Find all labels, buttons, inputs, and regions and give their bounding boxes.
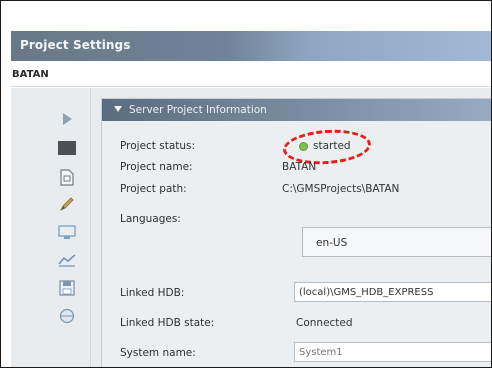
linked-hdb-field[interactable]: (local)\GMS_HDB_EXPRESS xyxy=(294,282,491,302)
window-title-bar: Project Settings xyxy=(11,31,491,61)
project-status-label: Project status: xyxy=(120,140,196,152)
screenshot-frame: Project Settings BATAN Server Project In… xyxy=(0,0,492,368)
linked-hdb-state-value: Connected xyxy=(296,317,353,329)
languages-list[interactable]: en-US xyxy=(302,227,491,257)
system-name-value: System1 xyxy=(299,347,343,358)
stop-icon[interactable] xyxy=(57,138,77,158)
project-name-label: BATAN xyxy=(12,69,49,80)
panel-title: Server Project Information xyxy=(129,104,267,116)
monitor-icon[interactable] xyxy=(57,222,77,242)
save-icon[interactable] xyxy=(57,278,77,298)
project-path-value: C:\GMSProjects\BATAN xyxy=(282,183,400,195)
project-name-label: Project name: xyxy=(120,161,193,173)
chart-icon[interactable] xyxy=(57,250,77,270)
play-icon[interactable] xyxy=(57,109,77,129)
collapse-triangle-icon[interactable] xyxy=(114,106,122,112)
pencil-icon[interactable] xyxy=(57,194,77,214)
document-icon[interactable] xyxy=(57,167,77,187)
project-path-label: Project path: xyxy=(120,183,187,195)
window-title: Project Settings xyxy=(20,38,131,52)
panel-header[interactable]: Server Project Information xyxy=(102,99,491,121)
linked-hdb-state-label: Linked HDB state: xyxy=(120,317,215,329)
project-name-value: BATAN xyxy=(282,161,317,173)
vertical-toolbar xyxy=(11,88,91,367)
system-name-label: System name: xyxy=(120,347,196,359)
globe-icon[interactable] xyxy=(57,306,77,326)
linked-hdb-value: (local)\GMS_HDB_EXPRESS xyxy=(299,287,434,298)
languages-label: Languages: xyxy=(120,213,181,225)
project-bar: BATAN xyxy=(11,61,491,87)
system-name-field[interactable]: System1 xyxy=(294,342,491,362)
server-project-information-panel: Server Project Information Project statu… xyxy=(101,98,491,367)
linked-hdb-label: Linked HDB: xyxy=(120,287,185,299)
language-item[interactable]: en-US xyxy=(316,237,347,249)
